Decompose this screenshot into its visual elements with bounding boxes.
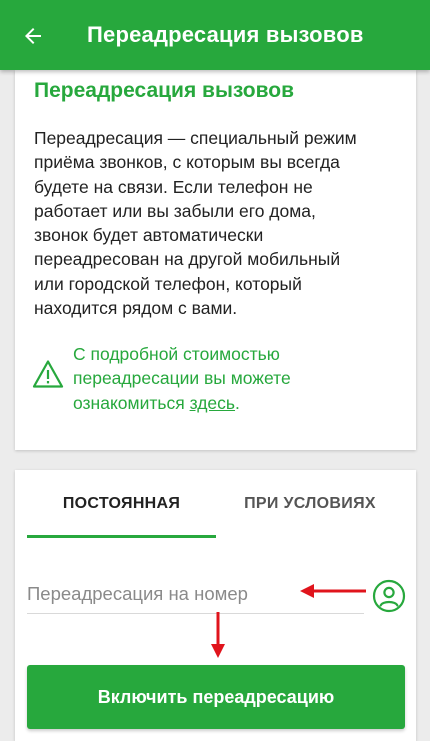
info-heading: Переадресация вызовов xyxy=(34,79,294,102)
notice-text: ознакомиться xyxy=(73,392,190,413)
arrow-left-icon xyxy=(25,28,41,44)
info-card: Переадресация вызовов Переадресация — сп… xyxy=(15,70,416,450)
info-description: Переадресация — специальный режим приёма… xyxy=(34,126,404,320)
notice-line-with-link: ознакомиться здесь. xyxy=(73,391,291,415)
active-tab-indicator xyxy=(27,535,216,538)
pricing-link[interactable]: здесь xyxy=(190,393,235,413)
page-title: Переадресация вызовов xyxy=(87,22,364,47)
app-bar: Переадресация вызовов xyxy=(0,0,430,70)
back-button[interactable] xyxy=(14,17,52,55)
forwarding-form-card: ПОСТОЯННАЯ ПРИ УСЛОВИЯХ Включить переадр… xyxy=(15,470,416,741)
person-circle-icon[interactable] xyxy=(372,579,406,613)
info-line: будете на связи. Если телефон не xyxy=(34,176,313,197)
info-line: или городской телефон, который xyxy=(34,273,302,294)
info-line: находится рядом с вами. xyxy=(34,298,238,319)
notice-line: С подробной стоимостью xyxy=(73,344,280,364)
info-line: звонок будет автоматически xyxy=(34,225,264,246)
vertical-pointer-arrow xyxy=(211,612,225,658)
info-line: переадресован на другой мобильный xyxy=(34,249,341,270)
info-line: работает или вы забыли его дома, xyxy=(34,200,316,221)
pricing-notice: С подробной стоимостью переадресации вы … xyxy=(73,342,291,415)
tab-permanent[interactable]: ПОСТОЯННАЯ xyxy=(27,470,216,538)
notice-period: . xyxy=(235,392,240,413)
horizontal-pointer-arrow xyxy=(300,584,366,598)
info-line: приёма звонков, с которым вы всегда xyxy=(34,152,340,173)
tab-conditional[interactable]: ПРИ УСЛОВИЯХ xyxy=(216,470,404,538)
info-line: Переадресация — специальный режим xyxy=(34,128,357,148)
notice-line: переадресации вы можете xyxy=(73,368,291,389)
enable-forwarding-button[interactable]: Включить переадресацию xyxy=(27,665,405,729)
warning-icon xyxy=(32,360,64,388)
